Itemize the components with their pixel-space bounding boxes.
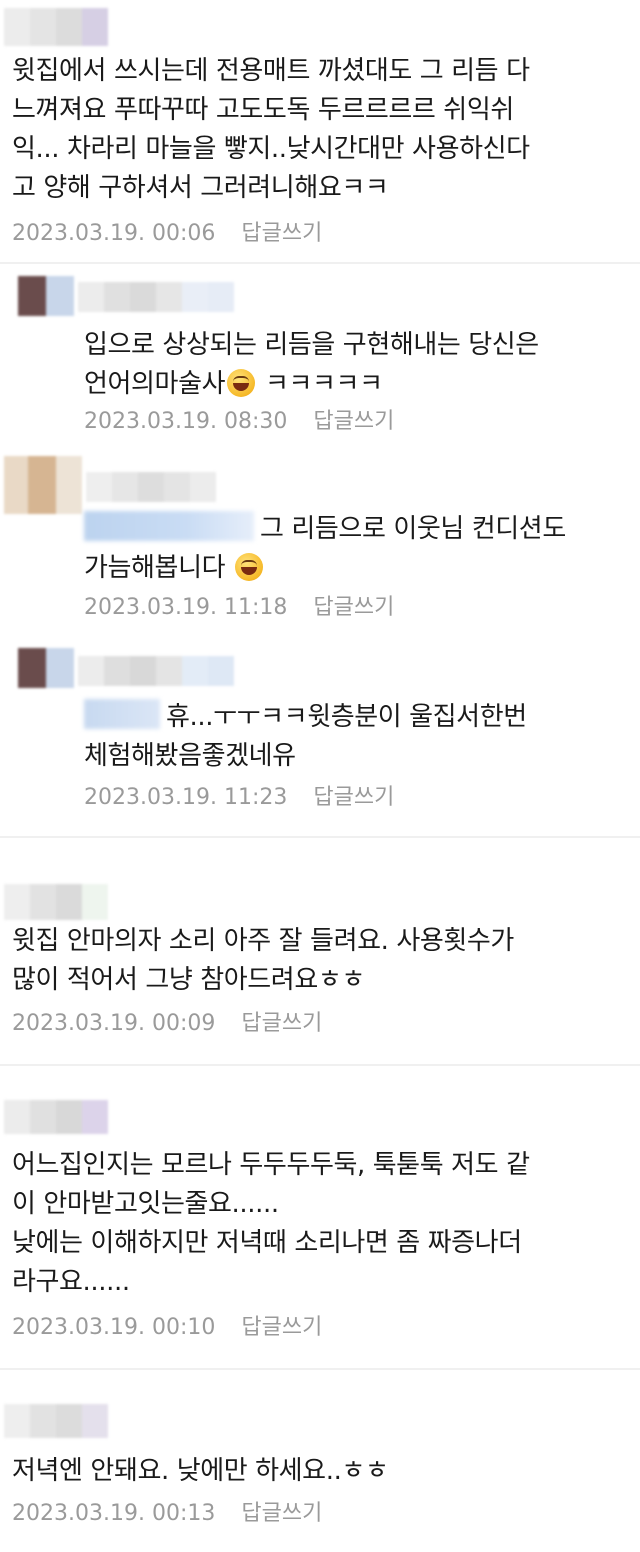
comment-meta: 2023.03.19. 00:06 답글쓰기 [12, 220, 322, 248]
comment-text-part: 가늠해봅니다 [84, 553, 233, 583]
comment-text: 그 리듬으로 이웃님 컨디션도 가늠해봅니다 [84, 510, 566, 588]
comment-text-part: 체험해봤음좋겠네유 [84, 741, 296, 771]
comment-divider [0, 836, 640, 838]
blurred-avatar [4, 456, 82, 514]
reply-button[interactable]: 답글쓰기 [313, 784, 394, 812]
reply-button[interactable]: 답글쓰기 [241, 1010, 322, 1038]
blurred-avatar [18, 648, 74, 688]
comment-divider [0, 262, 640, 264]
blurred-username [4, 884, 108, 920]
comment-meta: 2023.03.19. 00:10 답글쓰기 [12, 1314, 322, 1342]
reply-button[interactable]: 답글쓰기 [313, 408, 394, 436]
grinning-emoji-icon [235, 553, 263, 581]
blurred-username [78, 656, 234, 686]
blurred-username [4, 8, 108, 46]
comment-meta: 2023.03.19. 00:09 답글쓰기 [12, 1010, 322, 1038]
rofl-emoji-icon [227, 369, 256, 397]
comment-divider [0, 1064, 640, 1066]
comment-text-part: 휴...ㅜㅜㅋㅋ윗층분이 울집서한번 [166, 702, 527, 732]
comment-date: 2023.03.19. 00:10 [12, 1315, 216, 1340]
mention-tag[interactable] [84, 511, 254, 541]
comment-meta: 2023.03.19. 08:30 답글쓰기 [84, 408, 394, 436]
reply-button[interactable]: 답글쓰기 [241, 1500, 322, 1528]
comment-text-part: 그 리듬으로 이웃님 컨디션도 [260, 514, 566, 544]
comment-text-part: ㅋㅋㅋㅋㅋ [257, 369, 383, 399]
blurred-username [86, 472, 216, 502]
blurred-username [4, 1404, 108, 1438]
comment-text: 저녁엔 안돼요. 낮에만 하세요..ㅎㅎ [12, 1456, 389, 1486]
comment-date: 2023.03.19. 11:18 [84, 595, 288, 620]
blurred-username [4, 1100, 108, 1134]
comment-date: 2023.03.19. 08:30 [84, 409, 288, 434]
comment-date: 2023.03.19. 00:09 [12, 1011, 216, 1036]
reply-button[interactable]: 답글쓰기 [313, 594, 394, 622]
comment-date: 2023.03.19. 00:06 [12, 221, 216, 246]
blurred-username [78, 282, 234, 312]
comment-meta: 2023.03.19. 11:18 답글쓰기 [84, 594, 394, 622]
comment-date: 2023.03.19. 11:23 [84, 785, 288, 810]
comment-text: 휴...ㅜㅜㅋㅋ윗층분이 울집서한번 체험해봤음좋겠네유 [84, 698, 527, 776]
comment-text: 어느집인지는 모르나 두두두두둑, 툭툳툭 저도 같 이 안마받고잇는줄요...… [12, 1150, 530, 1297]
comment-text: 입으로 상상되는 리듬을 구현해내는 당신은 언어의마술사 ㅋㅋㅋㅋㅋ [84, 326, 539, 404]
reply-button[interactable]: 답글쓰기 [241, 1314, 322, 1342]
mention-tag[interactable] [84, 699, 160, 729]
reply-button[interactable]: 답글쓰기 [241, 220, 322, 248]
comment-date: 2023.03.19. 00:13 [12, 1501, 216, 1526]
comment-text: 윗집 안마의자 소리 아주 잘 들려요. 사용횟수가 많이 적어서 그냥 참아드… [12, 926, 514, 995]
blurred-avatar [18, 276, 74, 316]
comment-divider [0, 1368, 640, 1370]
comment-text: 윗집에서 쓰시는데 전용매트 까셨대도 그 리듬 다 느껴져요 푸따꾸따 고도도… [12, 56, 530, 203]
comment-meta: 2023.03.19. 11:23 답글쓰기 [84, 784, 394, 812]
comment-meta: 2023.03.19. 00:13 답글쓰기 [12, 1500, 322, 1528]
